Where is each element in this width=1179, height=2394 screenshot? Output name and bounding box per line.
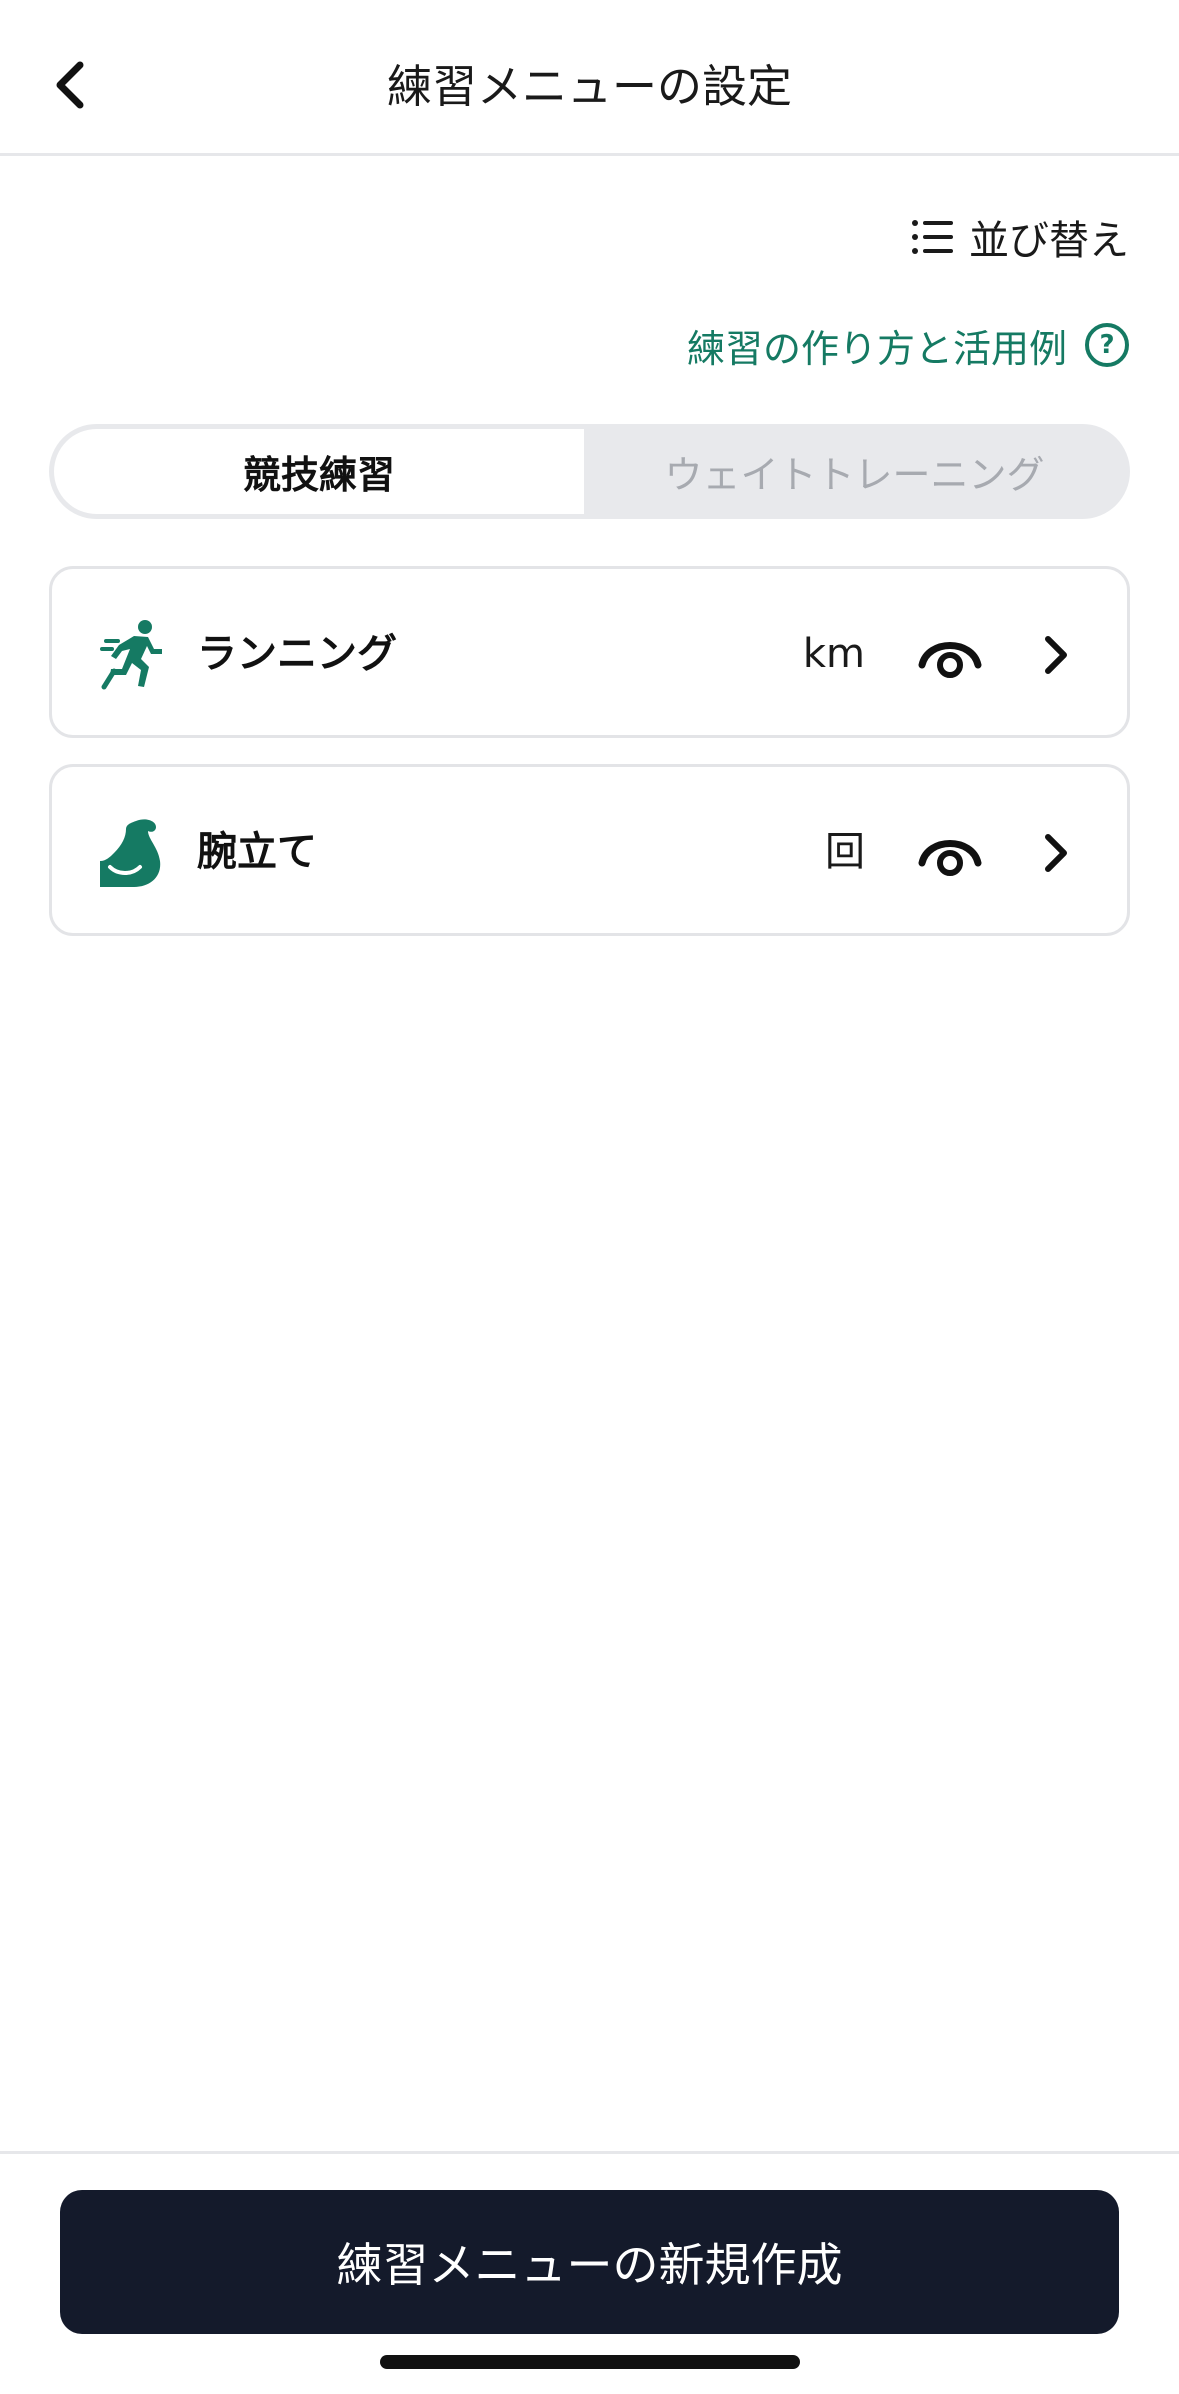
list-item[interactable]: 腕立て 回: [49, 764, 1130, 936]
page: 練習メニューの設定 並び替え 練習の作り方と活用例 ? 競技練習 ウェイトトレー…: [0, 0, 1179, 2394]
question-circle-icon: ?: [1085, 323, 1129, 367]
running-icon: [100, 620, 162, 690]
eye-icon[interactable]: [918, 625, 982, 685]
create-menu-button[interactable]: 練習メニューの新規作成: [60, 2190, 1119, 2334]
page-title: 練習メニューの設定: [386, 60, 792, 113]
category-segmented-control: 競技練習 ウェイトトレーニング: [49, 424, 1130, 519]
home-indicator: [380, 2355, 800, 2369]
menu-unit: 回: [825, 829, 865, 875]
tab-competition-practice[interactable]: 競技練習: [54, 429, 584, 514]
footer-divider: [0, 2151, 1179, 2154]
menu-name: ランニング: [197, 631, 397, 677]
eye-icon[interactable]: [918, 823, 982, 883]
flexed-biceps-icon: [100, 819, 161, 887]
help-label: 練習の作り方と活用例: [686, 326, 1067, 371]
menu-name: 腕立て: [197, 829, 317, 875]
sort-button[interactable]: 並び替え: [911, 204, 1129, 270]
sort-label: 並び替え: [969, 218, 1129, 264]
chevron-right-icon: [1045, 636, 1067, 674]
nav-header: 練習メニューの設定: [0, 0, 1179, 156]
tab-weight-training[interactable]: ウェイトトレーニング: [584, 429, 1125, 514]
list-item[interactable]: ランニング km: [49, 566, 1130, 738]
help-link[interactable]: 練習の作り方と活用例 ?: [687, 312, 1129, 378]
list-icon: [912, 220, 953, 254]
menu-unit: km: [802, 631, 865, 677]
chevron-right-icon: [1045, 834, 1067, 872]
